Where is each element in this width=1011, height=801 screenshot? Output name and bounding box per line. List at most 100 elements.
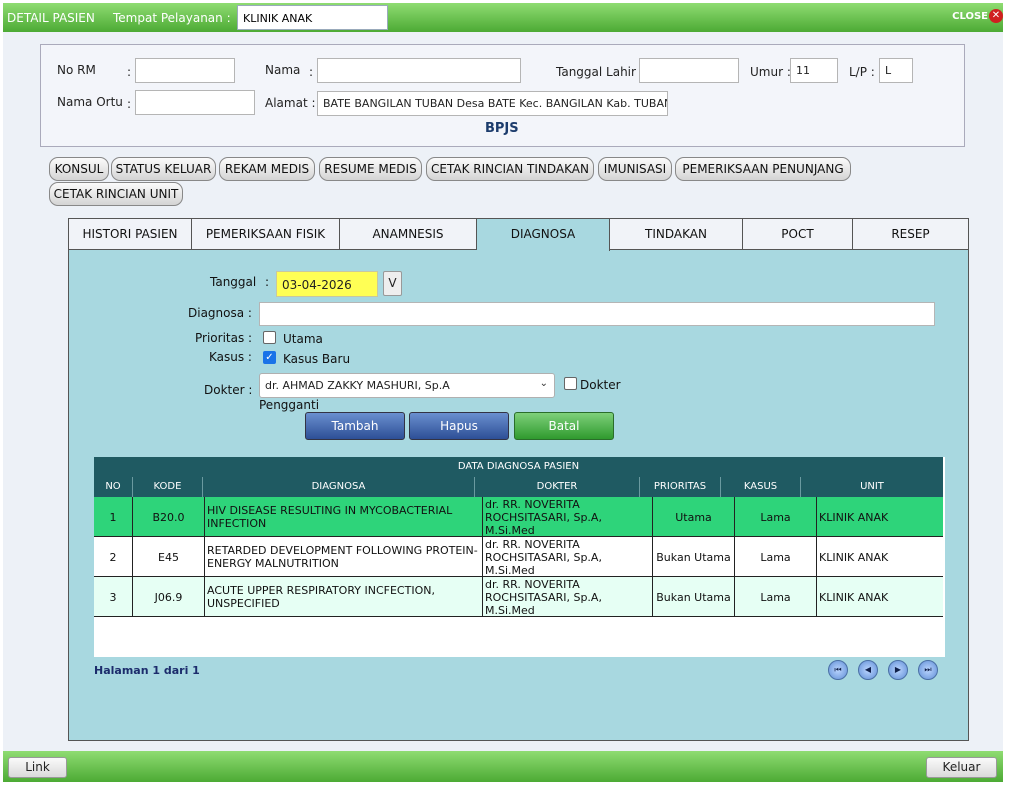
cell-kode: J06.9 xyxy=(132,577,204,617)
keluar-button[interactable]: Keluar xyxy=(926,757,997,778)
nama-ortu-field[interactable] xyxy=(135,90,255,115)
nama-field[interactable] xyxy=(317,58,521,83)
cell-dokter: dr. RR. NOVERITA ROCHSITASARI, Sp.A, M.S… xyxy=(482,497,652,537)
cell-unit: KLINIK ANAK xyxy=(816,537,943,577)
service-label: Tempat Pelayanan : xyxy=(113,11,231,25)
prioritas-label: Prioritas : xyxy=(195,331,253,345)
cell-no: 2 xyxy=(109,550,117,564)
alamat-field[interactable]: BATE BANGILAN TUBAN Desa BATE Kec. BANGI… xyxy=(317,91,668,116)
cell-diagnosa: HIV DISEASE RESULTING IN MYCOBACTERIAL I… xyxy=(204,497,482,537)
cell-kasus: Lama xyxy=(734,537,816,577)
bottom-bar: Link Keluar xyxy=(3,751,1003,782)
cell-no: 1 xyxy=(109,510,117,524)
cell-kode: E45 xyxy=(132,537,204,577)
nama-label: Nama xyxy=(265,63,301,77)
cell-unit: KLINIK ANAK xyxy=(816,577,943,617)
cetak-rincian-tindakan-button[interactable]: CETAK RINCIAN TINDAKAN xyxy=(426,157,594,181)
close-icon: ✕ xyxy=(989,9,1003,23)
cetak-rincian-unit-button[interactable]: CETAK RINCIAN UNIT xyxy=(49,182,183,206)
pengganti-label: Pengganti xyxy=(259,398,320,412)
insurance-label: BPJS xyxy=(485,121,519,136)
tanggal-field[interactable]: 03-04-2026 xyxy=(276,271,378,297)
tambah-button[interactable]: Tambah xyxy=(305,412,405,440)
rekam-medis-button[interactable]: REKAM MEDIS xyxy=(219,157,315,181)
diagnosa-grid: DATA DIAGNOSA PASIEN NO KODE DIAGNOSA DO… xyxy=(94,457,945,657)
imunisasi-button[interactable]: IMUNISASI xyxy=(598,157,672,181)
dokter-label: Dokter : xyxy=(204,383,253,397)
cell-prioritas: Bukan Utama xyxy=(652,537,734,577)
tab-anamnesis[interactable]: ANAMNESIS xyxy=(340,219,477,250)
prev-page-icon[interactable]: ◀ xyxy=(858,660,878,680)
cell-no: 3 xyxy=(109,590,117,604)
no-rm-colon: : xyxy=(127,65,132,79)
kasus-baru-checkbox[interactable]: ✓ xyxy=(263,351,276,364)
cell-dokter: dr. RR. NOVERITA ROCHSITASARI, Sp.A, M.S… xyxy=(482,577,652,617)
pemeriksaan-penunjang-button[interactable]: PEMERIKSAAN PENUNJANG xyxy=(675,157,851,181)
cell-diagnosa: RETARDED DEVELOPMENT FOLLOWING PROTEIN-E… xyxy=(204,537,482,577)
nama-colon: : xyxy=(309,65,314,79)
tab-bar: HISTORI PASIEN PEMERIKSAAN FISIK ANAMNES… xyxy=(69,219,968,251)
link-button[interactable]: Link xyxy=(8,757,67,778)
no-rm-field[interactable] xyxy=(135,58,235,83)
batal-button[interactable]: Batal xyxy=(514,412,614,440)
diagnosa-field[interactable] xyxy=(259,302,935,326)
dokter-select-value: dr. AHMAD ZAKKY MASHURI, Sp.A xyxy=(265,379,450,392)
grid-title: DATA DIAGNOSA PASIEN xyxy=(94,457,943,477)
cell-dokter: dr. RR. NOVERITA ROCHSITASARI, Sp.A, M.S… xyxy=(482,537,652,577)
tab-tindakan[interactable]: TINDAKAN xyxy=(610,219,743,250)
tab-poct[interactable]: POCT xyxy=(743,219,853,250)
close-button[interactable]: CLOSE ✕ xyxy=(952,9,1003,23)
col-prioritas: PRIORITAS xyxy=(639,477,720,497)
umur-label: Umur : xyxy=(750,65,791,79)
next-page-icon[interactable]: ▶ xyxy=(888,660,908,680)
tgl-lahir-field[interactable] xyxy=(639,58,739,83)
col-dokter: DOKTER xyxy=(474,477,639,497)
utama-checkbox[interactable] xyxy=(263,331,276,344)
col-diagnosa: DIAGNOSA xyxy=(202,477,474,497)
table-row[interactable]: 2 E45 RETARDED DEVELOPMENT FOLLOWING PROTE… xyxy=(94,537,943,577)
dokter-select[interactable]: dr. AHMAD ZAKKY MASHURI, Sp.A ⌄ xyxy=(259,373,555,398)
tanggal-colon: : xyxy=(265,275,270,289)
table-row[interactable]: 1 B20.0 HIV DISEASE RESULTING IN MYCOBACTE… xyxy=(94,497,943,537)
dokter-pengganti-checkbox[interactable] xyxy=(564,377,577,390)
first-page-icon[interactable]: ⏮ xyxy=(828,660,848,680)
main-area: No RM : Nama : Tanggal Lahir : Umur : 11… xyxy=(3,32,1003,751)
status-keluar-button[interactable]: STATUS KELUAR xyxy=(111,157,216,181)
tab-histori-pasien[interactable]: HISTORI PASIEN xyxy=(69,219,192,250)
last-page-icon[interactable]: ⏭ xyxy=(918,660,938,680)
no-rm-label: No RM xyxy=(57,63,96,77)
cell-kasus: Lama xyxy=(734,577,816,617)
nama-ortu-label: Nama Ortu xyxy=(57,95,123,109)
utama-label: Utama xyxy=(283,332,323,346)
hapus-button[interactable]: Hapus xyxy=(409,412,509,440)
umur-field[interactable]: 11 xyxy=(790,58,838,83)
col-no: NO xyxy=(105,481,121,492)
diagnosa-label: Diagnosa : xyxy=(188,306,252,320)
kasus-baru-label: Kasus Baru xyxy=(283,352,351,366)
tab-resep[interactable]: RESEP xyxy=(853,219,968,250)
konsul-button[interactable]: KONSUL xyxy=(49,157,109,181)
patient-info-box: No RM : Nama : Tanggal Lahir : Umur : 11… xyxy=(40,44,965,147)
kasus-label: Kasus : xyxy=(209,350,252,364)
col-unit: UNIT xyxy=(800,477,943,497)
tab-diagnosa[interactable]: DIAGNOSA xyxy=(477,219,610,251)
cell-diagnosa: ACUTE UPPER RESPIRATORY INCFECTION, UNSP… xyxy=(204,577,482,617)
date-picker-button[interactable]: V xyxy=(383,271,402,296)
lp-field[interactable]: L xyxy=(879,58,913,83)
table-row[interactable]: 3 J06.9 ACUTE UPPER RESPIRATORY INCFECTION… xyxy=(94,577,943,617)
lp-label: L/P : xyxy=(849,65,875,79)
cell-unit: KLINIK ANAK xyxy=(816,497,943,537)
tab-panel: HISTORI PASIEN PEMERIKSAAN FISIK ANAMNES… xyxy=(68,218,969,741)
col-kode: KODE xyxy=(132,477,202,497)
resume-medis-button[interactable]: RESUME MEDIS xyxy=(319,157,422,181)
tab-pemeriksaan-fisik[interactable]: PEMERIKSAAN FISIK xyxy=(192,219,340,250)
cell-prioritas: Bukan Utama xyxy=(652,577,734,617)
grid-header: NO KODE DIAGNOSA DOKTER PRIORITAS KASUS … xyxy=(94,477,943,497)
service-field[interactable]: KLINIK ANAK xyxy=(237,5,388,30)
alamat-label: Alamat : xyxy=(265,96,316,110)
pager-text: Halaman 1 dari 1 xyxy=(94,664,200,677)
tgl-lahir-label: Tanggal Lahir : xyxy=(556,65,644,79)
chevron-down-icon: ⌄ xyxy=(539,378,548,389)
window-title: DETAIL PASIEN xyxy=(7,11,95,25)
close-label: CLOSE xyxy=(952,10,988,22)
